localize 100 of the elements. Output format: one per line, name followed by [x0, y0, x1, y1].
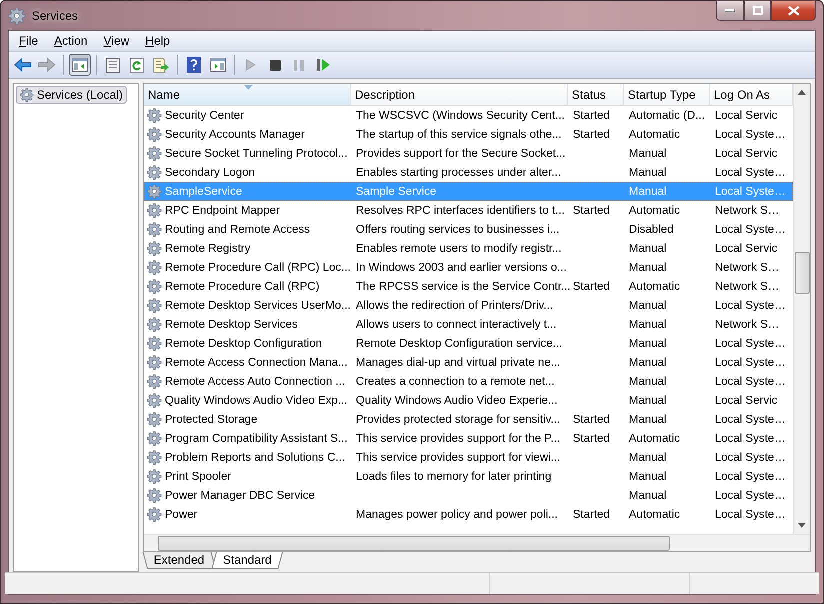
window-title: Services [32, 8, 80, 22]
gear-icon [147, 146, 162, 161]
service-row[interactable]: Secure Socket Tunneling Protocol... Provides support for the Secure Socket... Manual Local Servic [144, 144, 793, 163]
service-row[interactable]: Routing and Remote Access Offers routing services to businesses i... Disabled Local Syste… [144, 220, 793, 239]
gear-icon [147, 393, 162, 408]
table-cell-text: Started [572, 414, 610, 426]
table-cell-text: Manual [628, 414, 667, 426]
service-name: Quality Windows Audio Video Exp... [165, 394, 348, 406]
gear-icon [147, 317, 162, 332]
table-cell-text: Manual [628, 262, 667, 274]
column-header[interactable]: Startup Type [624, 84, 710, 106]
table-cell-text: Local Syste… [714, 166, 786, 178]
table-cell-text: Local Servic [714, 242, 778, 254]
table-cell-text: Manual [628, 490, 667, 502]
table-cell-text: The RPCSS service is the Service Contr... [355, 280, 571, 292]
table-cell-text: Started [572, 110, 610, 122]
service-name: RPC Endpoint Mapper [165, 204, 280, 216]
table-cell-text: Manual [628, 452, 667, 464]
table-cell-text: Allows the redirection of Printers/Driv... [355, 300, 554, 312]
service-row[interactable]: Secondary Logon Enables starting processes under alter... Manual Local Syste… [144, 163, 793, 182]
table-cell-text: Offers routing services to businesses i... [355, 224, 560, 236]
service-name: Security Accounts Manager [165, 128, 305, 140]
gear-icon [20, 88, 34, 102]
toolbar-button[interactable] [69, 54, 91, 76]
console-tree-icon [72, 58, 88, 72]
table-cell-text: Network S… [714, 204, 780, 216]
table-cell-text: Manual [628, 148, 667, 160]
table-cell-text: Creates a connection to a remote net... [355, 376, 555, 388]
table-cell-text: Local Servic [714, 394, 778, 406]
table-cell-text: Network S… [714, 262, 780, 274]
sort-arrow-icon [244, 85, 253, 90]
menu-item[interactable]: Help [140, 34, 176, 48]
table-cell-text: Local Syste… [714, 128, 786, 140]
table-cell-text: Local Syste… [714, 224, 786, 236]
vertical-scrollbar[interactable] [793, 84, 810, 534]
table-cell-text: Automatic [628, 508, 680, 520]
service-row[interactable]: Security Accounts Manager The startup of this service signals othe... Started Automatic Local Syste… [144, 125, 793, 144]
close-button[interactable] [771, 0, 816, 21]
gear-icon [147, 298, 162, 313]
gear-icon [147, 355, 162, 370]
service-row[interactable]: Quality Windows Audio Video Exp... Quality Windows Audio Video Experie... Manual Local Servic [144, 391, 793, 410]
gear-icon [147, 203, 162, 218]
scrollbar-thumb[interactable] [158, 536, 670, 550]
table-cell-text: Automatic (D... [628, 110, 706, 122]
service-row[interactable]: Security Center The WSCSVC (Windows Security Cent... Started Automatic (D... Local Servic [144, 106, 793, 125]
table-cell-text: This service provides support for viewi... [355, 452, 561, 464]
table-cell-text: Manual [628, 376, 667, 388]
service-row[interactable]: Power Manages power policy and power poli... Started Automatic Local Syste… [144, 505, 793, 524]
table-cell-text: Started [572, 508, 610, 520]
gear-icon [147, 241, 162, 256]
table-cell-text: Started [572, 280, 610, 292]
table-cell-text: Manual [628, 338, 667, 350]
close-icon [788, 6, 800, 16]
gear-icon [147, 374, 162, 389]
table-cell-text: Manual [628, 318, 667, 330]
play-icon [246, 59, 256, 71]
table-cell-text: Enables remote users to modify registr... [355, 242, 562, 254]
column-header[interactable]: Log On As [710, 84, 793, 106]
gear-icon [147, 127, 162, 142]
service-row[interactable]: Program Compatibility Assistant S... This service provides support for the P... Started Automatic Local Syste… [144, 429, 793, 448]
service-row[interactable]: Remote Access Auto Connection ... Creates a connection to a remote net... Manual Local Syste… [144, 372, 793, 391]
table-cell-text: Local Servic [714, 148, 778, 160]
table-cell-text: Local Syste… [714, 414, 786, 426]
service-name: Security Center [165, 110, 244, 122]
gear-icon [147, 260, 162, 275]
menu-item[interactable]: File [13, 34, 44, 48]
service-row[interactable]: Power Manager DBC Service Manual Local Syste… [144, 486, 793, 505]
service-row[interactable]: Remote Procedure Call (RPC) The RPCSS service is the Service Contr... Started Automatic Network S… [144, 277, 793, 296]
table-cell-text: Local Syste… [714, 508, 786, 520]
table-cell-text: Automatic [628, 280, 680, 292]
scrollbar-thumb[interactable] [794, 252, 810, 294]
service-row[interactable]: Remote Desktop Configuration Remote Desktop Configuration service... Manual Local Syste… [144, 334, 793, 353]
service-row[interactable]: Protected Storage Provides protected storage for sensitiv... Started Manual Local Syste… [144, 410, 793, 429]
table-cell-text: The startup of this service signals othe... [355, 128, 562, 140]
minimize-icon [725, 8, 735, 12]
table-cell-text: Loads files to memory for later printing [355, 470, 552, 482]
table-cell-text: Manages dial-up and virtual private ne... [355, 356, 561, 368]
service-row[interactable]: Print Spooler Loads files to memory for later printing Manual Local Syste… [144, 467, 793, 486]
view-tab[interactable]: Extended [142, 552, 216, 569]
view-tab[interactable]: Standard [211, 552, 283, 569]
horizontal-scrollbar[interactable] [144, 534, 810, 551]
service-row[interactable]: Remote Access Connection Mana... Manages dial-up and virtual private ne... Manual Local Syste… [144, 353, 793, 372]
service-row[interactable]: Remote Registry Enables remote users to modify registr... Manual Local Servic [144, 239, 793, 258]
gear-icon [147, 184, 162, 199]
column-header[interactable]: Name [144, 84, 351, 106]
maximize-button[interactable] [744, 0, 771, 21]
service-row[interactable]: Remote Desktop Services UserMo... Allows the redirection of Printers/Driv... Manual Local Syste… [144, 296, 793, 315]
table-cell-text: Manual [628, 300, 667, 312]
column-header[interactable]: Description [351, 84, 568, 106]
tree-item[interactable]: Services (Local) [16, 86, 128, 104]
service-row[interactable]: Remote Desktop Services Allows users to connect interactively t... Manual Network S… [144, 315, 793, 334]
table-cell-text: Local Syste… [714, 490, 786, 502]
service-row[interactable]: RPC Endpoint Mapper Resolves RPC interfaces identifiers to t... Started Automatic Network S… [144, 201, 793, 220]
stop-icon [270, 60, 280, 70]
minimize-button[interactable] [716, 0, 744, 21]
column-header[interactable]: Status [568, 84, 624, 106]
service-row[interactable]: Remote Procedure Call (RPC) Loc... In Windows 2003 and earlier versions o... Manual Network S… [144, 258, 793, 277]
menu-item[interactable]: Action [48, 34, 94, 48]
service-row[interactable]: Problem Reports and Solutions C... This service provides support for viewi... Manual Local Syste… [144, 448, 793, 467]
menu-item[interactable]: View [98, 34, 136, 48]
